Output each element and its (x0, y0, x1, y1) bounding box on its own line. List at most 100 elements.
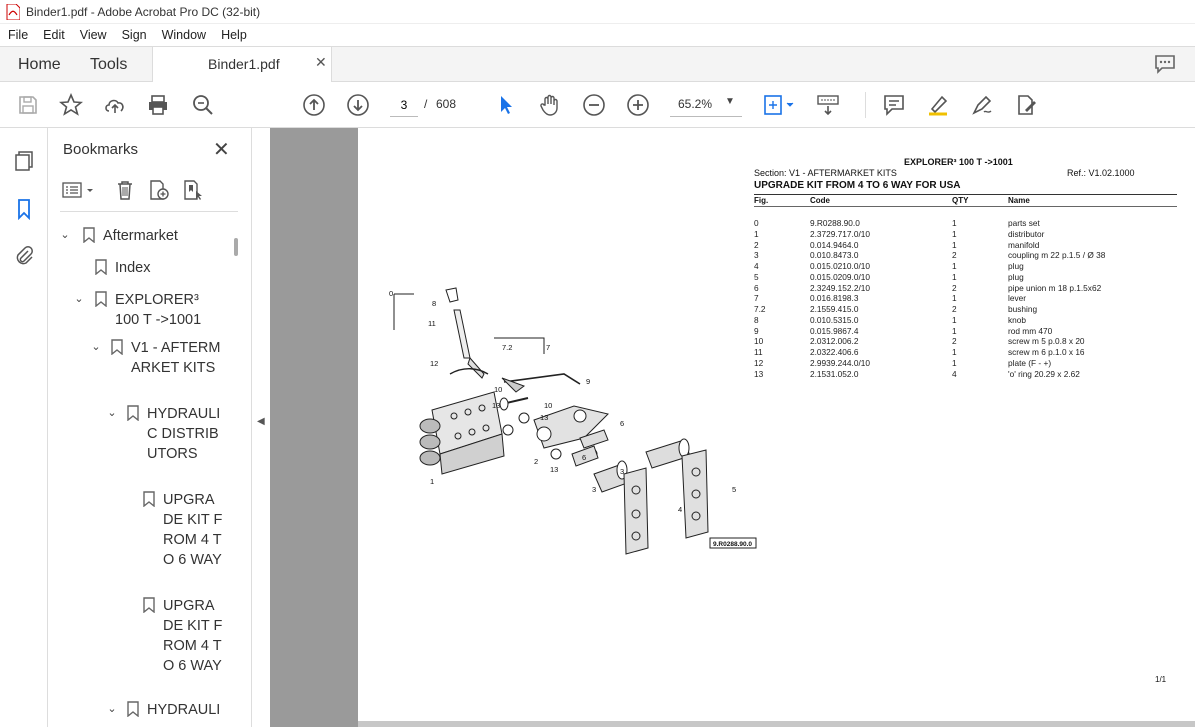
menu-edit[interactable]: Edit (35, 28, 72, 42)
part-name: lever (1008, 293, 1026, 304)
table-row: 1 2.3729.717.0/10 1 distributor (754, 229, 1178, 240)
edit-document-icon[interactable] (1014, 93, 1038, 117)
highlight-pen-icon[interactable] (926, 93, 950, 117)
close-tab-icon[interactable]: ✕ (315, 54, 327, 71)
previous-page-icon[interactable] (302, 93, 326, 117)
bookmark-item[interactable]: Index (95, 258, 225, 278)
bookmark-options-icon[interactable] (62, 179, 96, 201)
tab-tools[interactable]: Tools (90, 47, 127, 82)
bookmark-label: UPGRADE KIT FROM 4 TO 6 WAY (163, 492, 223, 568)
chevron-down-icon[interactable]: ⌄ (104, 404, 120, 464)
col-qty: QTY (952, 196, 969, 205)
table-row: 6 2.3249.152.2/10 2 pipe union m 18 p.1.5x6… (754, 283, 1178, 294)
bookmark-item[interactable]: ⌄ HYDRAULIC DISTRIBUTORS (104, 404, 230, 464)
part-qty: 1 (952, 271, 957, 282)
bookmark-item[interactable]: ⌄ HYDRAULI (104, 700, 234, 720)
fit-page-icon[interactable] (762, 93, 796, 117)
tab-home[interactable]: Home (18, 47, 61, 82)
menu-help[interactable]: Help (213, 28, 254, 42)
new-bookmark-icon[interactable] (148, 179, 170, 201)
bookmark-item[interactable]: ⌄ V1 - AFTERMARKET KITS (88, 338, 228, 378)
page-footer-number: 1/1 (1155, 675, 1167, 684)
bookmark-ribbon-icon (143, 491, 155, 507)
diagram-callout: 13 (550, 465, 558, 474)
select-cursor-icon[interactable] (494, 93, 518, 117)
zoom-value: 65.2% (678, 97, 713, 111)
table-row: 0 9.R0288.90.0 1 parts set (754, 218, 1178, 229)
chevron-down-icon[interactable]: ⌄ (88, 338, 104, 378)
menu-view[interactable]: View (72, 28, 114, 42)
table-row: 7 0.016.8198.3 1 lever (754, 293, 1178, 304)
panel-collapse-handle[interactable]: ◀ (252, 128, 270, 727)
close-panel-icon[interactable]: ✕ (213, 137, 230, 162)
bookmark-ribbon-icon (143, 597, 155, 613)
table-row: 8 0.010.5315.0 1 knob (754, 315, 1178, 326)
cloud-upload-icon[interactable] (103, 93, 127, 117)
diagram-callout: 4 (678, 505, 682, 514)
table-row: 10 2.0312.006.2 2 screw m 5 p.0.8 x 20 (754, 336, 1178, 347)
delete-bookmark-icon[interactable] (114, 179, 136, 201)
part-qty: 1 (952, 314, 957, 325)
bookmark-star-icon[interactable] (58, 92, 84, 117)
part-qty: 1 (952, 239, 957, 250)
attachments-paperclip-icon[interactable] (13, 244, 35, 266)
comment-bubble-icon[interactable] (1154, 54, 1176, 74)
part-qty: 2 (952, 250, 957, 261)
part-name: plug (1008, 271, 1024, 282)
bookmark-item[interactable]: ⌄ Aftermarket (57, 226, 232, 246)
table-row: 13 2.1531.052.0 4'o' ring 20.29 x 2.62 (754, 369, 1178, 380)
part-code: 2.3249.152.2/10 (810, 282, 870, 293)
part-code: 2.9939.244.0/10 (810, 357, 870, 368)
menu-bar: File Edit View Sign Window Help (0, 24, 1195, 46)
bookmarks-icon[interactable] (13, 198, 35, 220)
menu-sign[interactable]: Sign (114, 28, 154, 42)
save-icon[interactable] (16, 93, 40, 117)
bookmarks-scrollbar[interactable] (234, 238, 238, 256)
bookmark-label: V1 - AFTERMARKET KITS (131, 340, 221, 376)
diagram-callout: 6 (582, 453, 586, 462)
page-number-input[interactable] (390, 93, 418, 117)
chevron-down-icon: ▼ (725, 96, 735, 107)
hand-tool-icon[interactable] (538, 93, 562, 117)
search-zoom-icon[interactable] (191, 93, 215, 117)
bookmark-item[interactable]: UPGRADE KIT FROM 4 TO 6 WAY (143, 490, 233, 570)
bookmark-ribbon-icon (95, 259, 107, 275)
pdf-page[interactable]: EXPLORER³ 100 T ->1001 Section: V1 - AFT… (358, 128, 1195, 721)
next-page-icon[interactable] (346, 93, 370, 117)
zoom-out-icon[interactable] (582, 93, 606, 117)
scroll-mode-icon[interactable] (816, 93, 840, 117)
diagram-callout: 7 (546, 343, 550, 352)
print-icon[interactable] (146, 93, 170, 117)
sign-pen-icon[interactable] (970, 93, 994, 117)
part-code: 0.015.0210.0/10 (810, 261, 870, 271)
part-qty: 1 (952, 218, 957, 228)
tab-document[interactable]: Binder1.pdf ✕ (152, 47, 332, 83)
part-qty: 2 (952, 282, 957, 293)
bookmark-item[interactable]: ⌄ EXPLORER³ 100 T ->1001 (71, 290, 226, 330)
menu-file[interactable]: File (0, 28, 35, 42)
chevron-down-icon[interactable]: ⌄ (104, 700, 120, 720)
toolbar: / 608 65.2% ▼ (0, 82, 1195, 128)
bookmark-item[interactable]: UPGRADE KIT FROM 4 TO 6 WAY (143, 596, 233, 676)
part-fig: 1 (754, 228, 759, 239)
zoom-in-icon[interactable] (626, 93, 650, 117)
part-fig: 3 (754, 250, 759, 261)
bookmark-from-structure-icon[interactable] (182, 179, 204, 201)
part-code: 0.015.0209.0/10 (810, 271, 870, 282)
table-row: 9 0.015.9867.4 1 rod mm 470 (754, 326, 1178, 337)
comment-icon[interactable] (882, 93, 906, 117)
page-thumbnails-icon[interactable] (13, 150, 35, 172)
chevron-down-icon[interactable]: ⌄ (57, 226, 73, 246)
part-qty: 1 (952, 228, 957, 239)
part-qty: 2 (952, 336, 957, 347)
part-fig: 2 (754, 239, 759, 250)
chevron-down-icon[interactable]: ⌄ (71, 290, 87, 330)
menu-window[interactable]: Window (154, 28, 213, 42)
zoom-dropdown[interactable]: 65.2% ▼ (670, 93, 742, 117)
part-qty: 1 (952, 325, 957, 336)
bookmark-ribbon-icon (127, 701, 139, 717)
doc-model: EXPLORER³ 100 T ->1001 (904, 157, 1013, 167)
part-qty: 1 (952, 347, 957, 357)
parts-table: 0 9.R0288.90.0 1 parts set 1 2.3729.717.0/10 1… (754, 218, 1178, 379)
collapse-arrow-icon[interactable]: ◀ (257, 416, 265, 427)
